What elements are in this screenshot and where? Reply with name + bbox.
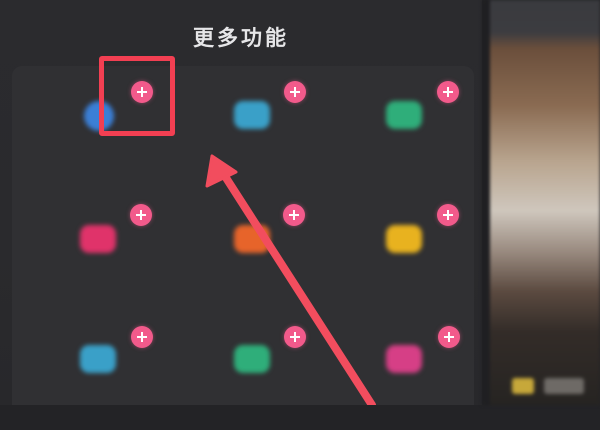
annotation-arrow	[205, 154, 376, 405]
annotation-arrow-shaft	[217, 166, 376, 405]
